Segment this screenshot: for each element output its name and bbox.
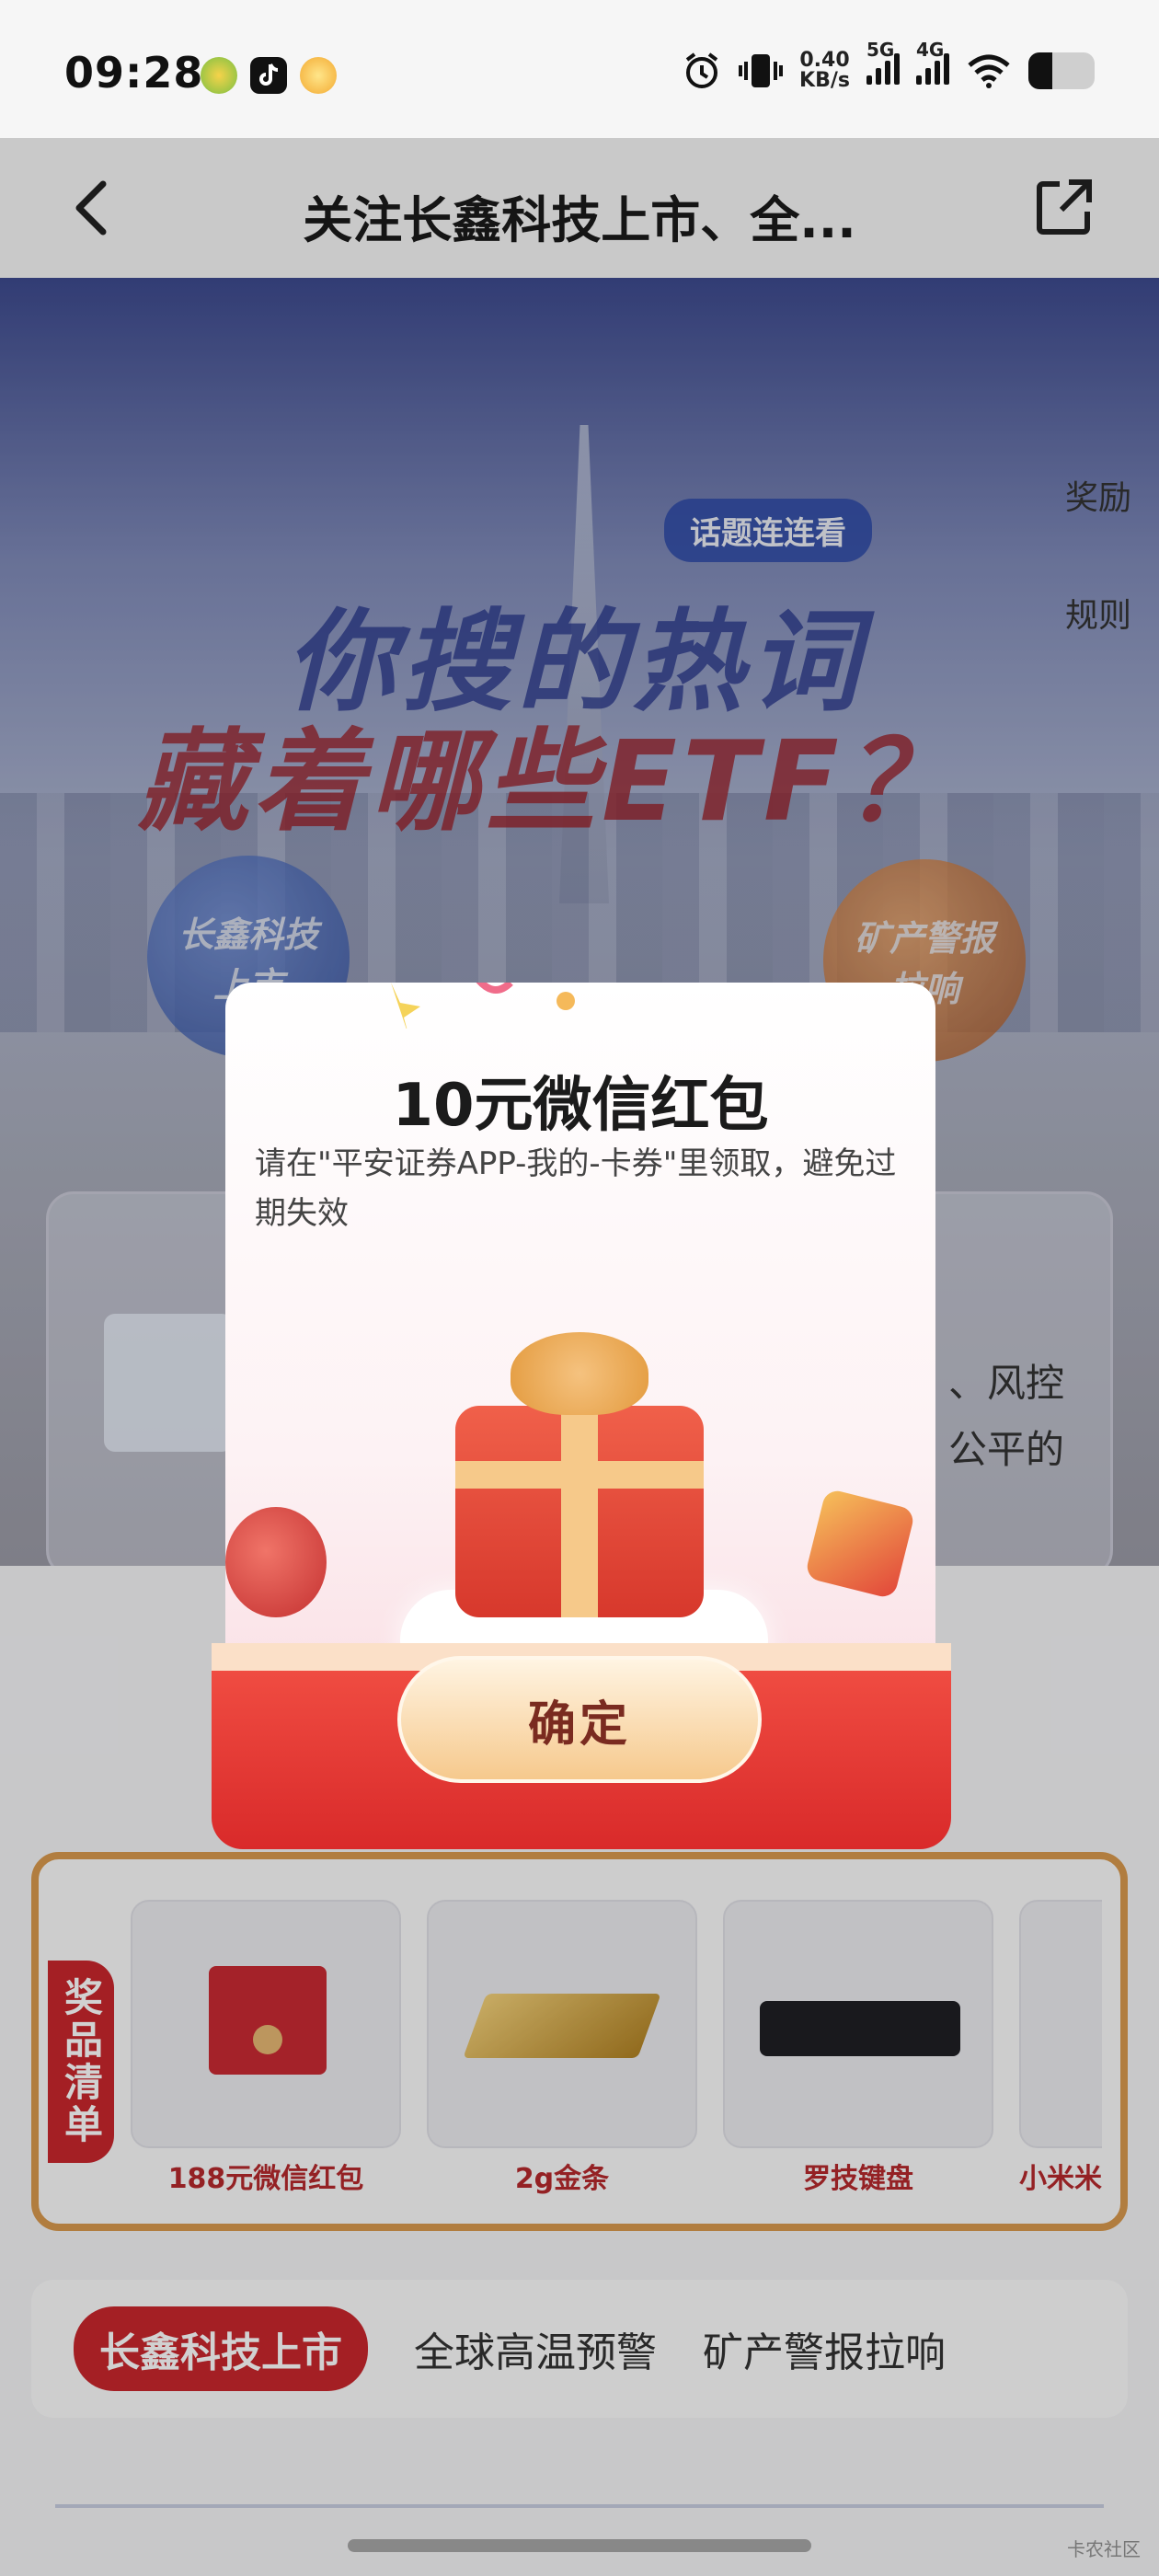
sim1-signal: 5G [866,39,900,89]
battery-icon [1028,52,1095,89]
confetti-icon [391,983,575,1029]
status-bar: 09:28 0.40 KB/s 5G 4G [0,0,1159,138]
home-indicator[interactable] [348,2539,811,2552]
network-speed: 0.40 KB/s [799,49,850,92]
sim2-signal: 4G [916,39,949,89]
app-notification-icon-1 [201,57,237,94]
status-right-cluster: 0.40 KB/s 5G 4G [682,39,1095,92]
dialog-title: 10元微信红包 [392,1072,769,1140]
wifi-icon [968,54,1010,88]
confirm-button[interactable]: 确定 [397,1656,762,1783]
gift-box-icon [446,1323,713,1617]
watermark: 卡农社区 [1067,2538,1141,2560]
small-gift-illustration [804,1488,916,1600]
alarm-icon [685,52,718,88]
status-time: 09:28 [64,48,204,98]
dialog-description: 请在"平安证券APP-我的-卡券"里领取，避免过期失效 [255,1145,897,1232]
douyin-icon [250,57,287,94]
money-pouch-illustration [225,1507,327,1617]
app-notification-icon-3 [300,57,337,94]
vibrate-icon [739,54,784,87]
